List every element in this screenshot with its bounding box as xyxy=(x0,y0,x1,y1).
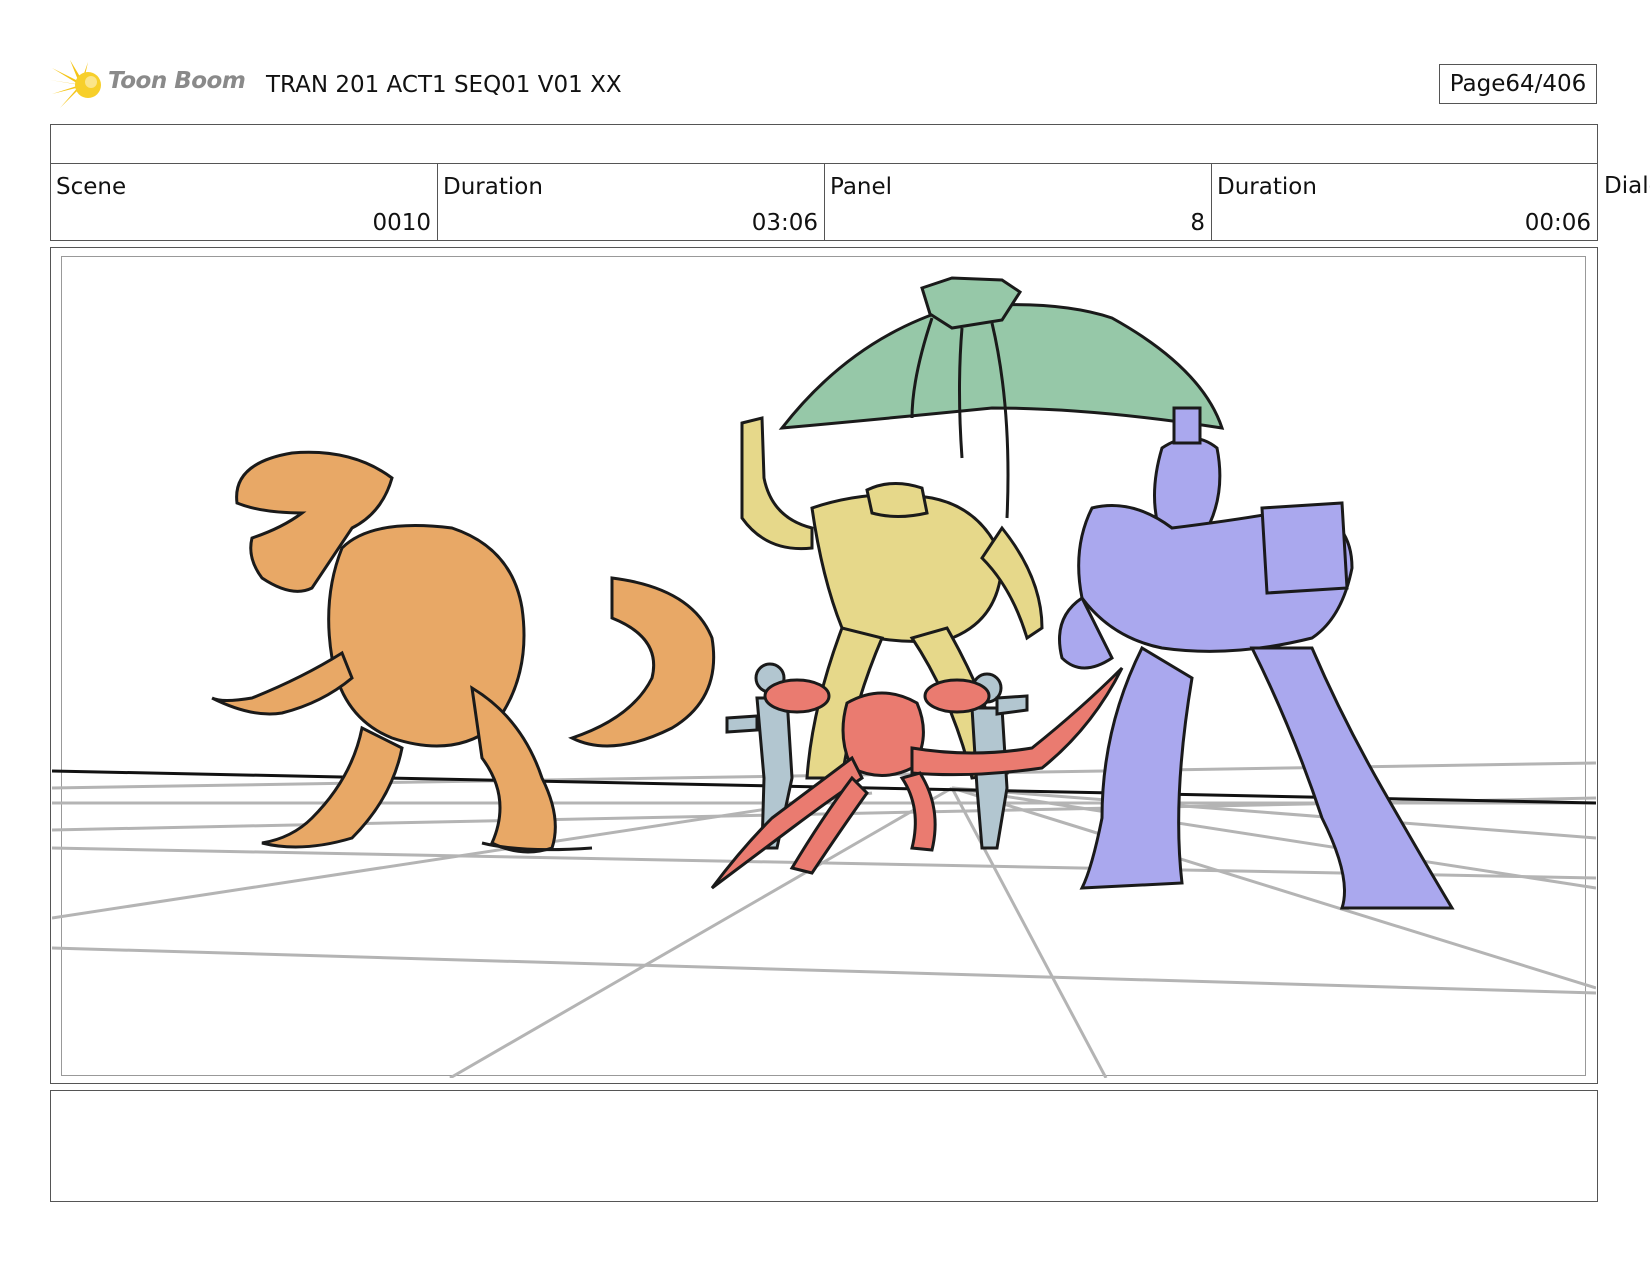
dialog-label: Dialo xyxy=(1604,173,1650,199)
panel-duration-label: Duration xyxy=(1217,174,1317,200)
panel-cell: Panel 8 xyxy=(824,163,1212,241)
panel-duration-cell: Duration 00:06 xyxy=(1211,163,1598,241)
document-title: TRAN 201 ACT1 SEQ01 V01 XX xyxy=(266,72,622,98)
page-label: Page xyxy=(1449,71,1506,97)
header-strip xyxy=(50,124,1598,164)
purple-robot xyxy=(1058,406,1455,910)
panel-duration-value: 00:06 xyxy=(1524,210,1591,236)
scene-value: 0010 xyxy=(372,210,431,236)
logo-text: Toon Boom xyxy=(108,68,246,94)
caption-box xyxy=(50,1090,1598,1202)
panel-info-row: Scene 0010 Duration 03:06 Panel 8 Durati… xyxy=(50,163,1598,241)
scene-duration-label: Duration xyxy=(443,174,543,200)
toon-boom-logo: Toon Boom xyxy=(50,58,250,112)
scene-duration-cell: Duration 03:06 xyxy=(437,163,825,241)
storyboard-sketch xyxy=(52,276,1596,1078)
panel-label: Panel xyxy=(830,174,893,200)
panel-value: 8 xyxy=(1190,210,1205,236)
scene-label: Scene xyxy=(56,174,127,200)
page-indicator: Page 64/406 xyxy=(1439,64,1597,104)
dinosaur-robot xyxy=(211,450,716,854)
scene-duration-value: 03:06 xyxy=(751,210,818,236)
toon-boom-flare-icon xyxy=(50,60,101,108)
scene-cell: Scene 0010 xyxy=(50,163,438,241)
page-number: 64/406 xyxy=(1505,71,1587,97)
